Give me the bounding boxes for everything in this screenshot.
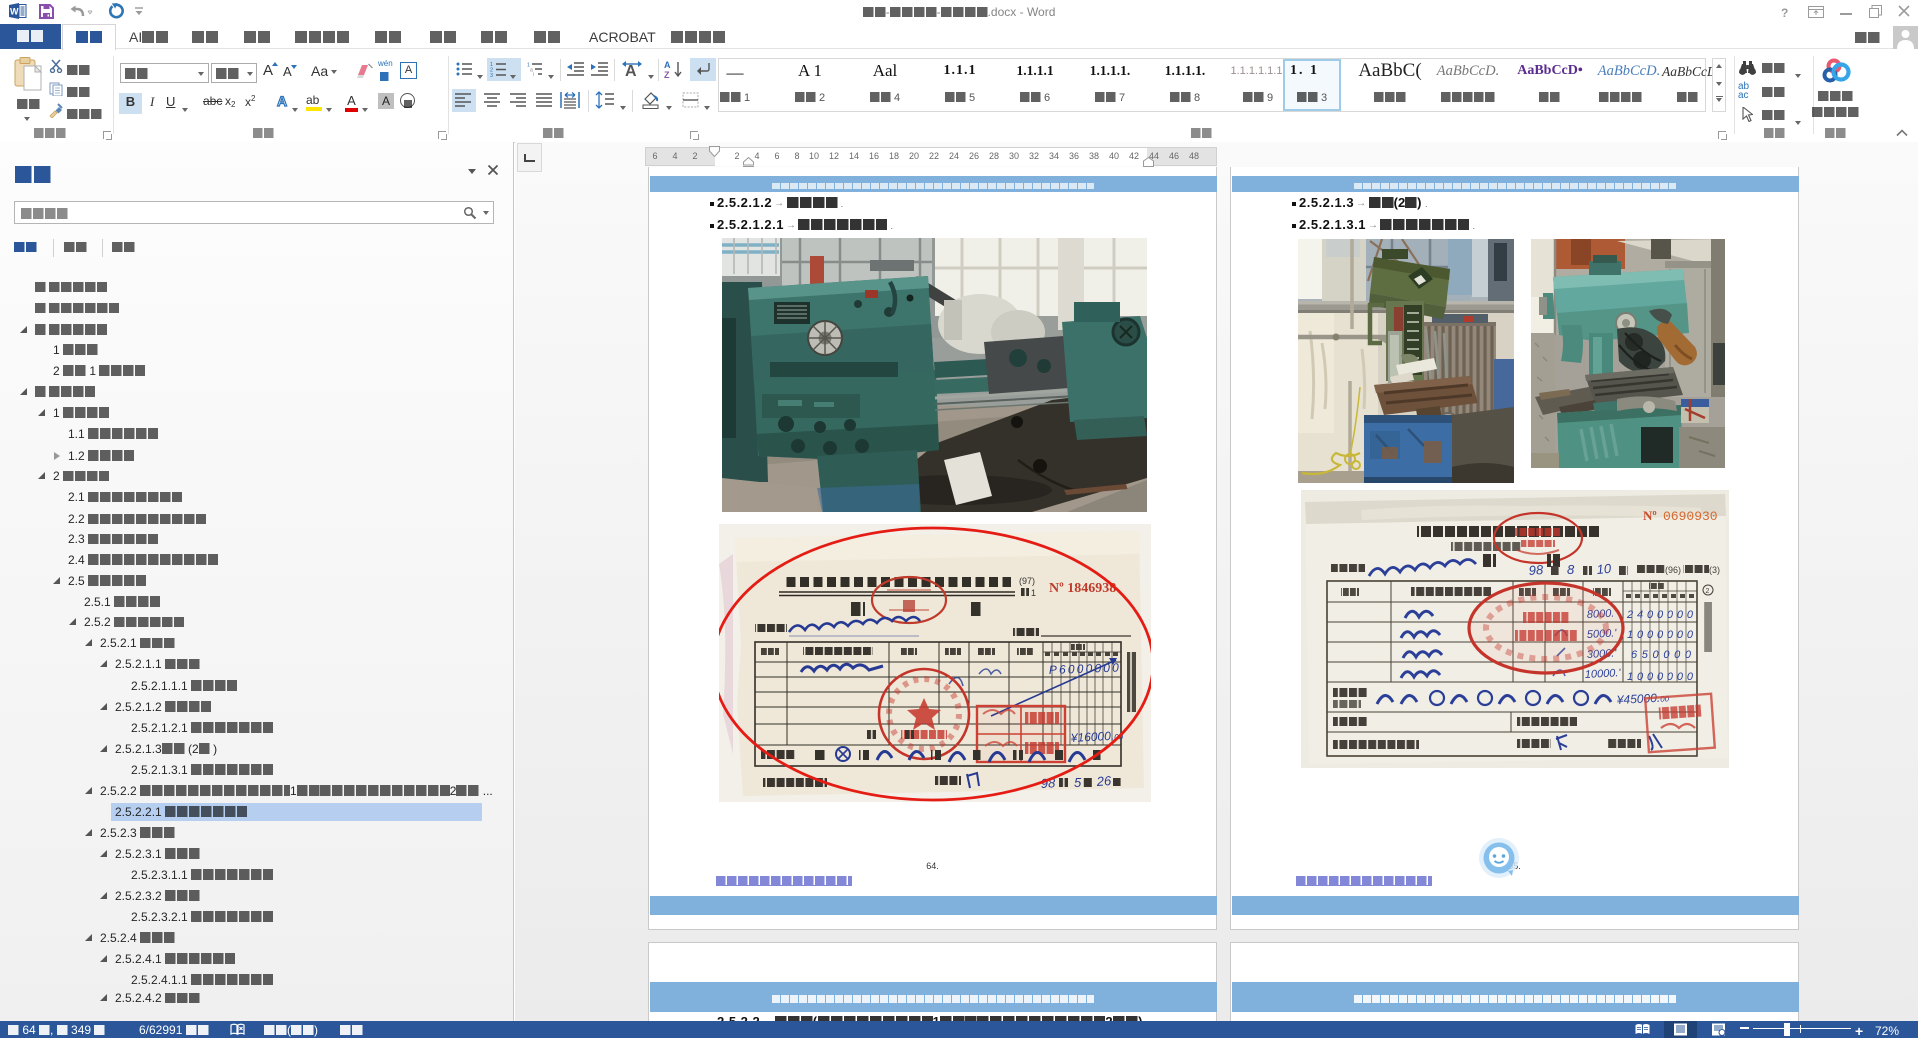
svg-text:(96): (96)	[1665, 565, 1681, 575]
svg-text:98: 98	[1528, 562, 1544, 578]
svg-text:Z: Z	[664, 70, 670, 79]
svg-text:(97): (97)	[1019, 576, 1035, 586]
svg-text:5: 5	[1074, 775, 1082, 790]
svg-text:A: A	[664, 60, 671, 70]
svg-text:?: ?	[1781, 6, 1788, 18]
svg-text:0690930: 0690930	[1663, 509, 1718, 524]
svg-text:26: 26	[1095, 773, 1112, 789]
svg-text:(3): (3)	[1709, 565, 1720, 575]
svg-text:10000.': 10000.'	[1585, 667, 1622, 681]
svg-text:8: 8	[1567, 562, 1575, 577]
svg-text:Nº: Nº	[1643, 508, 1657, 523]
svg-text:2: 2	[1706, 588, 1710, 595]
svg-text:i: i	[533, 72, 534, 76]
svg-text:Nº 1846938: Nº 1846938	[1049, 581, 1116, 596]
svg-text:10: 10	[1596, 561, 1612, 577]
svg-text:A: A	[625, 63, 637, 78]
svg-text:1: 1	[1031, 588, 1036, 598]
svg-text:3: 3	[490, 73, 493, 77]
